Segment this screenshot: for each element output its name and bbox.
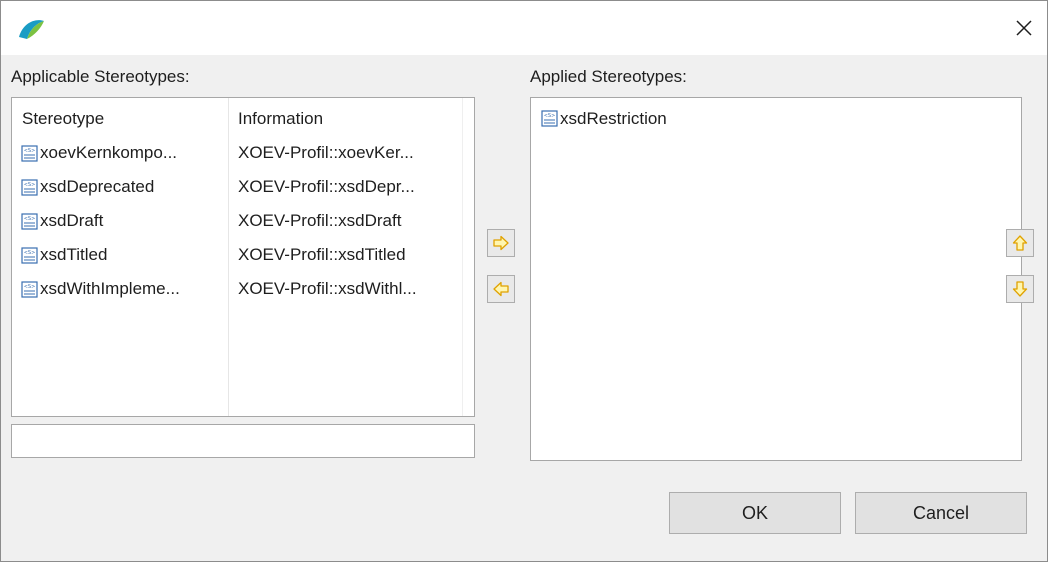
move-down-button[interactable] xyxy=(1006,275,1034,303)
applicable-stereotypes-label: Applicable Stereotypes: xyxy=(11,67,190,86)
stereotype-name: xsdWithImpleme... xyxy=(40,279,180,298)
arrow-left-icon xyxy=(493,281,509,297)
stereotype-icon: <S> xyxy=(21,145,38,162)
arrow-up-icon xyxy=(1012,235,1028,251)
svg-text:<S>: <S> xyxy=(24,148,36,154)
stereotype-information: XOEV-Profil::xsdTitled xyxy=(238,245,406,264)
svg-text:<S>: <S> xyxy=(544,113,556,119)
move-up-button[interactable] xyxy=(1006,229,1034,257)
ok-button[interactable]: OK xyxy=(669,492,841,534)
applied-stereotypes-list[interactable]: <S> xsdRestriction xyxy=(530,97,1022,461)
remove-stereotype-button[interactable] xyxy=(487,275,515,303)
column-header-information[interactable]: Information xyxy=(238,102,456,136)
close-button[interactable] xyxy=(1001,1,1047,55)
close-icon xyxy=(1016,20,1032,36)
stereotype-information: XOEV-Profil::xoevKer... xyxy=(238,143,414,162)
stereotype-icon: <S> xyxy=(21,179,38,196)
table-row[interactable]: <S> xsdDeprecated XOEV-Profil::xsdDepr..… xyxy=(12,170,462,204)
stereotype-information: XOEV-Profil::xsdWithl... xyxy=(238,279,417,298)
svg-text:<S>: <S> xyxy=(24,216,36,222)
table-row[interactable]: <S> xsdDraft XOEV-Profil::xsdDraft xyxy=(12,204,462,238)
stereotype-icon: <S> xyxy=(21,281,38,298)
stereotype-icon: <S> xyxy=(541,110,558,127)
table-row[interactable]: <S> xoevKernkompo... XOEV-Profil::xoevKe… xyxy=(12,136,462,170)
table-row[interactable]: <S> xsdWithImpleme... XOEV-Profil::xsdWi… xyxy=(12,272,462,306)
svg-text:<S>: <S> xyxy=(24,284,36,290)
stereotypes-dialog: Applicable Stereotypes: Applied Stereoty… xyxy=(0,0,1048,562)
applicable-stereotypes-table[interactable]: Stereotype Information <S> xoevKernkompo… xyxy=(11,97,475,417)
arrow-down-icon xyxy=(1012,281,1028,297)
title-bar xyxy=(1,1,1047,55)
stereotype-information: XOEV-Profil::xsdDepr... xyxy=(238,177,415,196)
add-stereotype-button[interactable] xyxy=(487,229,515,257)
cancel-button[interactable]: Cancel xyxy=(855,492,1027,534)
stereotype-icon: <S> xyxy=(21,213,38,230)
stereotype-name: xsdDraft xyxy=(40,211,104,230)
column-header-stereotype[interactable]: Stereotype xyxy=(22,102,226,136)
svg-text:<S>: <S> xyxy=(24,250,36,256)
svg-text:<S>: <S> xyxy=(24,182,36,188)
stereotype-name: xoevKernkompo... xyxy=(40,143,178,162)
arrow-right-icon xyxy=(493,235,509,251)
stereotype-name: xsdTitled xyxy=(40,245,108,264)
table-scroll-edge xyxy=(462,98,463,416)
filter-input[interactable] xyxy=(11,424,475,458)
stereotype-name: xsdDeprecated xyxy=(40,177,155,196)
app-logo-icon xyxy=(19,20,44,39)
stereotype-information: XOEV-Profil::xsdDraft xyxy=(238,211,402,230)
table-header-row: Stereotype Information xyxy=(12,102,462,136)
stereotype-icon: <S> xyxy=(21,247,38,264)
table-row[interactable]: <S> xsdTitled XOEV-Profil::xsdTitled xyxy=(12,238,462,272)
applied-stereotypes-label: Applied Stereotypes: xyxy=(530,67,687,86)
applied-stereotype-name: xsdRestriction xyxy=(560,109,667,128)
